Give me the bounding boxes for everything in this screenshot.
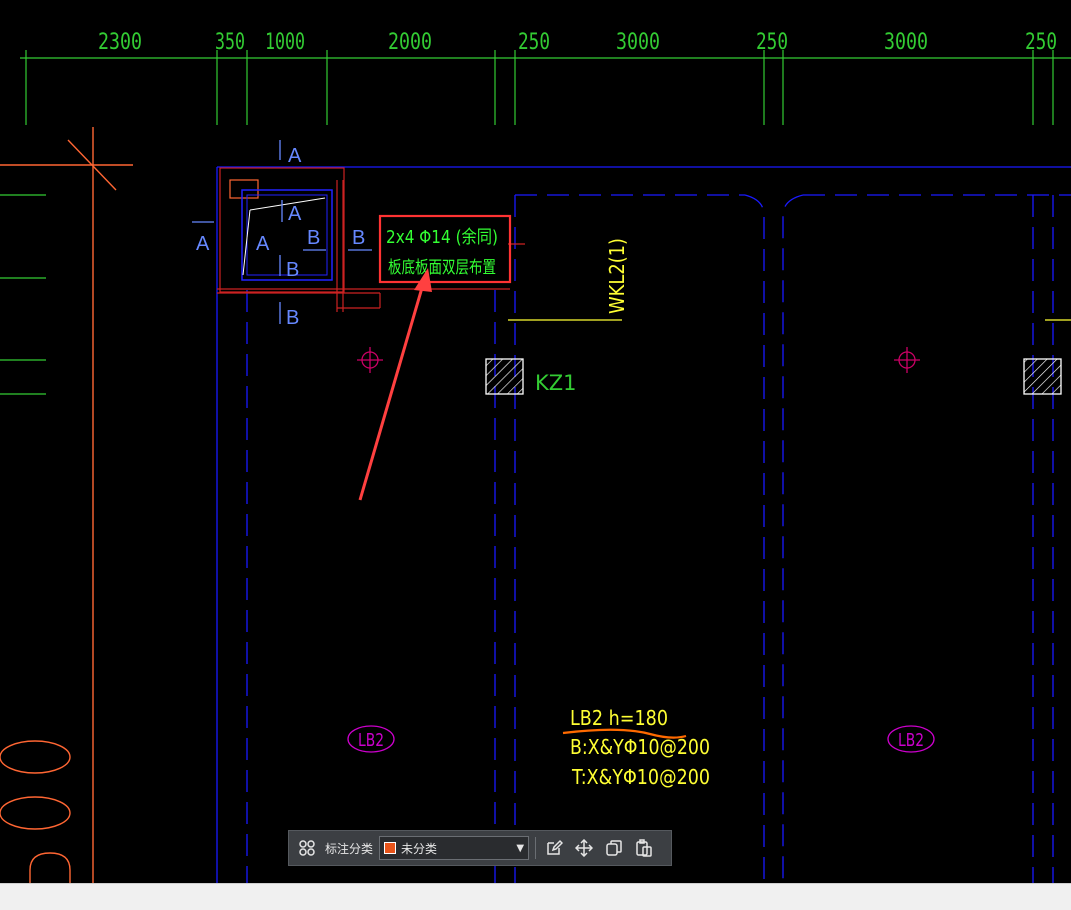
center-marks <box>357 347 920 373</box>
slab-tag[interactable]: LB2 <box>347 725 395 753</box>
paste-icon[interactable] <box>632 836 656 860</box>
section-mark-a: A <box>196 233 210 255</box>
rebar-note-line1: 2x4 Φ14 (余同) <box>386 227 498 248</box>
category-value: 未分类 <box>401 841 438 856</box>
dim-label: 250 <box>1025 30 1057 55</box>
section-mark-b: B <box>352 227 365 249</box>
slab-top-rebar: T:X&YΦ10@200 <box>571 765 710 789</box>
category-color-swatch <box>384 842 397 854</box>
dim-label: 3000 <box>884 30 928 55</box>
beam-label: WKL2(1) <box>605 238 629 314</box>
grid-ticks-left <box>0 194 46 395</box>
dim-label: 350 <box>215 30 245 55</box>
dim-label: 3000 <box>616 30 660 55</box>
slab-tag[interactable]: LB2 <box>887 725 935 753</box>
section-mark-b: B <box>286 259 299 281</box>
cad-drawing-canvas[interactable]: 2300 350 1000 2000 250 3000 250 3000 250 <box>0 0 1071 883</box>
chevron-down-icon: ▼ <box>516 842 525 854</box>
section-mark-b: B <box>286 307 299 329</box>
category-label: 标注分类 <box>325 841 374 856</box>
dim-label: 250 <box>756 30 788 55</box>
rebar-note[interactable]: 2x4 Φ14 (余同) 板底板面双层布置 <box>378 214 512 284</box>
slab-title: LB2 h=180 <box>570 706 668 730</box>
svg-text:LB2: LB2 <box>358 730 384 751</box>
edit-icon[interactable] <box>542 836 566 860</box>
column-label: KZ1 <box>535 371 577 395</box>
annotation-arrow <box>358 268 432 501</box>
column-kz1[interactable]: KZ1 <box>485 358 577 395</box>
dim-label: 2300 <box>98 30 142 55</box>
section-mark-a: A <box>256 233 270 255</box>
dim-label: 1000 <box>265 30 305 55</box>
slab-bottom-rebar: B:X&YΦ10@200 <box>570 735 710 759</box>
toolbar-divider <box>535 837 537 859</box>
copy-icon[interactable] <box>602 836 626 860</box>
dimension-labels: 2300 350 1000 2000 250 3000 250 3000 250 <box>98 30 1057 55</box>
grid-axis-left <box>0 127 133 883</box>
grid-icon[interactable] <box>295 836 319 860</box>
category-select[interactable]: 未分类 ▼ <box>379 836 530 860</box>
svg-text:LB2: LB2 <box>898 730 924 751</box>
section-mark-b: B <box>307 227 320 249</box>
beam-label-group: WKL2(1) <box>508 238 1071 321</box>
rebar-note-line2: 板底板面双层布置 <box>388 258 496 278</box>
column-hatch[interactable] <box>1023 358 1062 395</box>
slab-annotation[interactable]: LB2 h=180 B:X&YΦ10@200 T:X&YΦ10@200 <box>562 706 710 789</box>
status-bar <box>0 883 1071 910</box>
dim-label: 2000 <box>388 30 432 55</box>
annotation-toolbar: 标注分类 未分类 ▼ <box>288 830 672 866</box>
section-mark-a: A <box>288 203 302 225</box>
section-mark-a: A <box>288 145 302 167</box>
dimension-chain <box>20 50 1071 125</box>
move-icon[interactable] <box>572 836 596 860</box>
dim-label: 250 <box>518 30 550 55</box>
